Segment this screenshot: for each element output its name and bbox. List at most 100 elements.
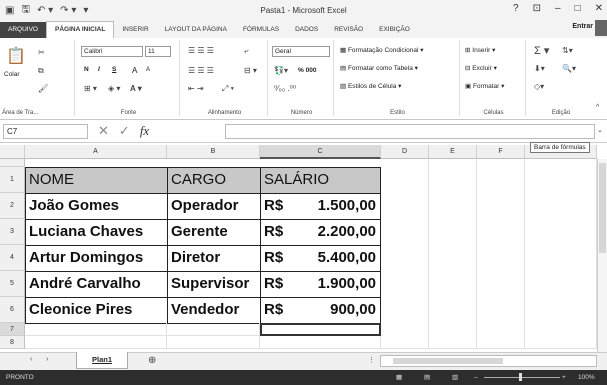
format-as-table-button[interactable]: ▤ Formatar como Tabela ▾ xyxy=(340,64,418,72)
column-header[interactable]: E xyxy=(429,145,477,159)
table-cell[interactable]: R$ 900,00 xyxy=(260,297,381,324)
zoom-slider-thumb[interactable] xyxy=(519,373,522,381)
number-format-select[interactable]: Geral xyxy=(272,46,330,57)
close-button[interactable]: ✕ xyxy=(595,3,603,14)
page-break-view-icon[interactable]: ▥ xyxy=(452,370,458,385)
row-header[interactable]: 8 xyxy=(0,336,25,349)
normal-view-icon[interactable]: ▦ xyxy=(396,370,402,385)
tab-page-layout[interactable]: LAYOUT DA PÁGINA xyxy=(157,22,235,38)
sort-filter-icon[interactable]: ⇅▾ xyxy=(562,46,573,55)
select-all-corner[interactable] xyxy=(0,145,25,159)
prev-sheet-icon[interactable]: ‹ xyxy=(30,356,32,363)
wrap-text-icon[interactable]: ⤶ xyxy=(244,46,248,56)
table-cell[interactable]: Cleonice Pires xyxy=(25,297,168,324)
indent-icon[interactable]: ⇤ ⇥ xyxy=(188,84,204,93)
zoom-level[interactable]: 100% xyxy=(578,370,595,385)
scroll-thumb[interactable] xyxy=(599,163,606,253)
split-handle-icon[interactable]: ⋮ xyxy=(368,356,375,364)
table-cell[interactable]: R$ 5.400,00 xyxy=(260,245,381,272)
align-left-icon[interactable]: ☰ ☰ ☰ xyxy=(188,66,214,75)
redo-icon[interactable]: ↷ ▾ xyxy=(60,5,76,16)
row-header[interactable]: 2 xyxy=(0,193,25,219)
table-cell[interactable]: Vendedor xyxy=(167,297,261,324)
row-header[interactable]: 4 xyxy=(0,245,25,271)
expand-formula-icon[interactable]: ⌄ xyxy=(597,126,603,134)
insert-function-button[interactable]: fx xyxy=(140,123,149,139)
ribbon-display-button[interactable]: ⊡ xyxy=(533,3,541,14)
customize-icon[interactable]: ▾ xyxy=(83,5,88,16)
table-cell[interactable]: Operador xyxy=(167,193,261,220)
shrink-font-button[interactable]: A xyxy=(146,67,150,73)
decimal-icon[interactable]: ⁰⁄₀₀ .⁰⁰ xyxy=(274,84,296,93)
tab-file[interactable]: ARQUIVO xyxy=(0,22,46,38)
zoom-in-icon[interactable]: + xyxy=(562,370,566,385)
tab-insert[interactable]: INSERIR xyxy=(114,22,156,38)
table-header-cell[interactable]: CARGO xyxy=(167,167,261,194)
table-cell[interactable]: Diretor xyxy=(167,245,261,272)
collapse-ribbon-icon[interactable]: ^ xyxy=(596,104,599,111)
cut-icon[interactable]: ✂ xyxy=(38,48,45,57)
table-cell[interactable]: João Gomes xyxy=(25,193,168,220)
undo-icon[interactable]: ↶ ▾ xyxy=(37,5,53,16)
table-cell[interactable]: R$ 2.200,00 xyxy=(260,219,381,246)
scroll-thumb[interactable] xyxy=(393,358,503,364)
row-header[interactable]: 6 xyxy=(0,297,25,323)
horizontal-scrollbar[interactable] xyxy=(380,355,597,367)
empty-cell[interactable] xyxy=(25,336,167,349)
merge-center-icon[interactable]: ⊟ ▾ xyxy=(244,66,257,75)
grow-font-button[interactable]: A xyxy=(132,66,137,75)
fill-color-icon[interactable]: ◈ ▾ xyxy=(108,84,120,93)
table-cell[interactable]: Gerente xyxy=(167,219,261,246)
excel-icon[interactable]: ▣ xyxy=(5,5,14,16)
row-header[interactable]: 1 xyxy=(0,167,25,193)
italic-button[interactable]: I xyxy=(98,66,100,73)
column-header[interactable]: A xyxy=(25,145,167,159)
font-color-icon[interactable]: A ▾ xyxy=(130,84,142,93)
zoom-slider[interactable] xyxy=(484,377,560,378)
next-sheet-icon[interactable]: › xyxy=(46,356,48,363)
empty-cell[interactable] xyxy=(167,336,260,349)
empty-cell[interactable] xyxy=(167,323,260,336)
paste-button[interactable]: Colar xyxy=(4,71,20,78)
format-cells-button[interactable]: ▣ Formatar ▾ xyxy=(465,82,504,90)
sheet-tab-plan1[interactable]: Plan1 xyxy=(76,352,128,369)
save-icon[interactable]: 🖫 xyxy=(21,2,30,19)
find-select-icon[interactable]: 🔍▾ xyxy=(562,64,576,73)
delete-cells-button[interactable]: ⊟ Excluir ▾ xyxy=(465,64,497,72)
avatar[interactable] xyxy=(595,20,607,36)
tab-data[interactable]: DADOS xyxy=(287,22,326,38)
font-name-select[interactable]: Calibri xyxy=(81,46,143,57)
table-cell[interactable]: Luciana Chaves xyxy=(25,219,168,246)
table-cell[interactable]: André Carvalho xyxy=(25,271,168,298)
tab-formulas[interactable]: FÓRMULAS xyxy=(235,22,287,38)
column-header[interactable]: D xyxy=(381,145,429,159)
formula-input[interactable] xyxy=(225,124,595,139)
table-cell[interactable]: Artur Domingos xyxy=(25,245,168,272)
zoom-out-icon[interactable]: – xyxy=(474,370,478,385)
insert-cells-button[interactable]: ⊞ Inserir ▾ xyxy=(465,46,495,54)
column-header[interactable]: B xyxy=(167,145,260,159)
minimize-button[interactable]: – xyxy=(555,3,561,14)
selected-cell[interactable] xyxy=(260,323,381,336)
table-header-cell[interactable]: NOME xyxy=(25,167,168,194)
tab-review[interactable]: REVISÃO xyxy=(326,22,371,38)
currency-icon[interactable]: 💱▾ xyxy=(274,66,288,75)
enter-icon[interactable]: ✓ xyxy=(119,123,130,139)
paste-icon[interactable]: 📋 xyxy=(6,46,26,66)
tab-view[interactable]: EXIBIÇÃO xyxy=(371,22,418,38)
column-header[interactable]: F xyxy=(477,145,525,159)
empty-cell[interactable] xyxy=(260,336,381,349)
row-header[interactable]: 7 xyxy=(0,323,25,336)
autosum-icon[interactable]: Σ ▾ xyxy=(534,44,549,57)
restore-button[interactable]: □ xyxy=(575,3,581,14)
sign-in-link[interactable]: Entrar xyxy=(572,23,593,30)
page-layout-view-icon[interactable]: ▤ xyxy=(424,370,430,385)
cancel-icon[interactable]: ✕ xyxy=(98,123,109,139)
empty-cell[interactable] xyxy=(25,323,167,336)
row-header[interactable]: 5 xyxy=(0,271,25,297)
table-cell[interactable]: Supervisor xyxy=(167,271,261,298)
help-button[interactable]: ? xyxy=(513,3,519,14)
orientation-icon[interactable]: ⤢ ▾ xyxy=(222,84,234,94)
fill-icon[interactable]: ⬇▾ xyxy=(534,64,545,73)
cell-styles-button[interactable]: ▧ Estilos de Célula ▾ xyxy=(340,82,401,90)
